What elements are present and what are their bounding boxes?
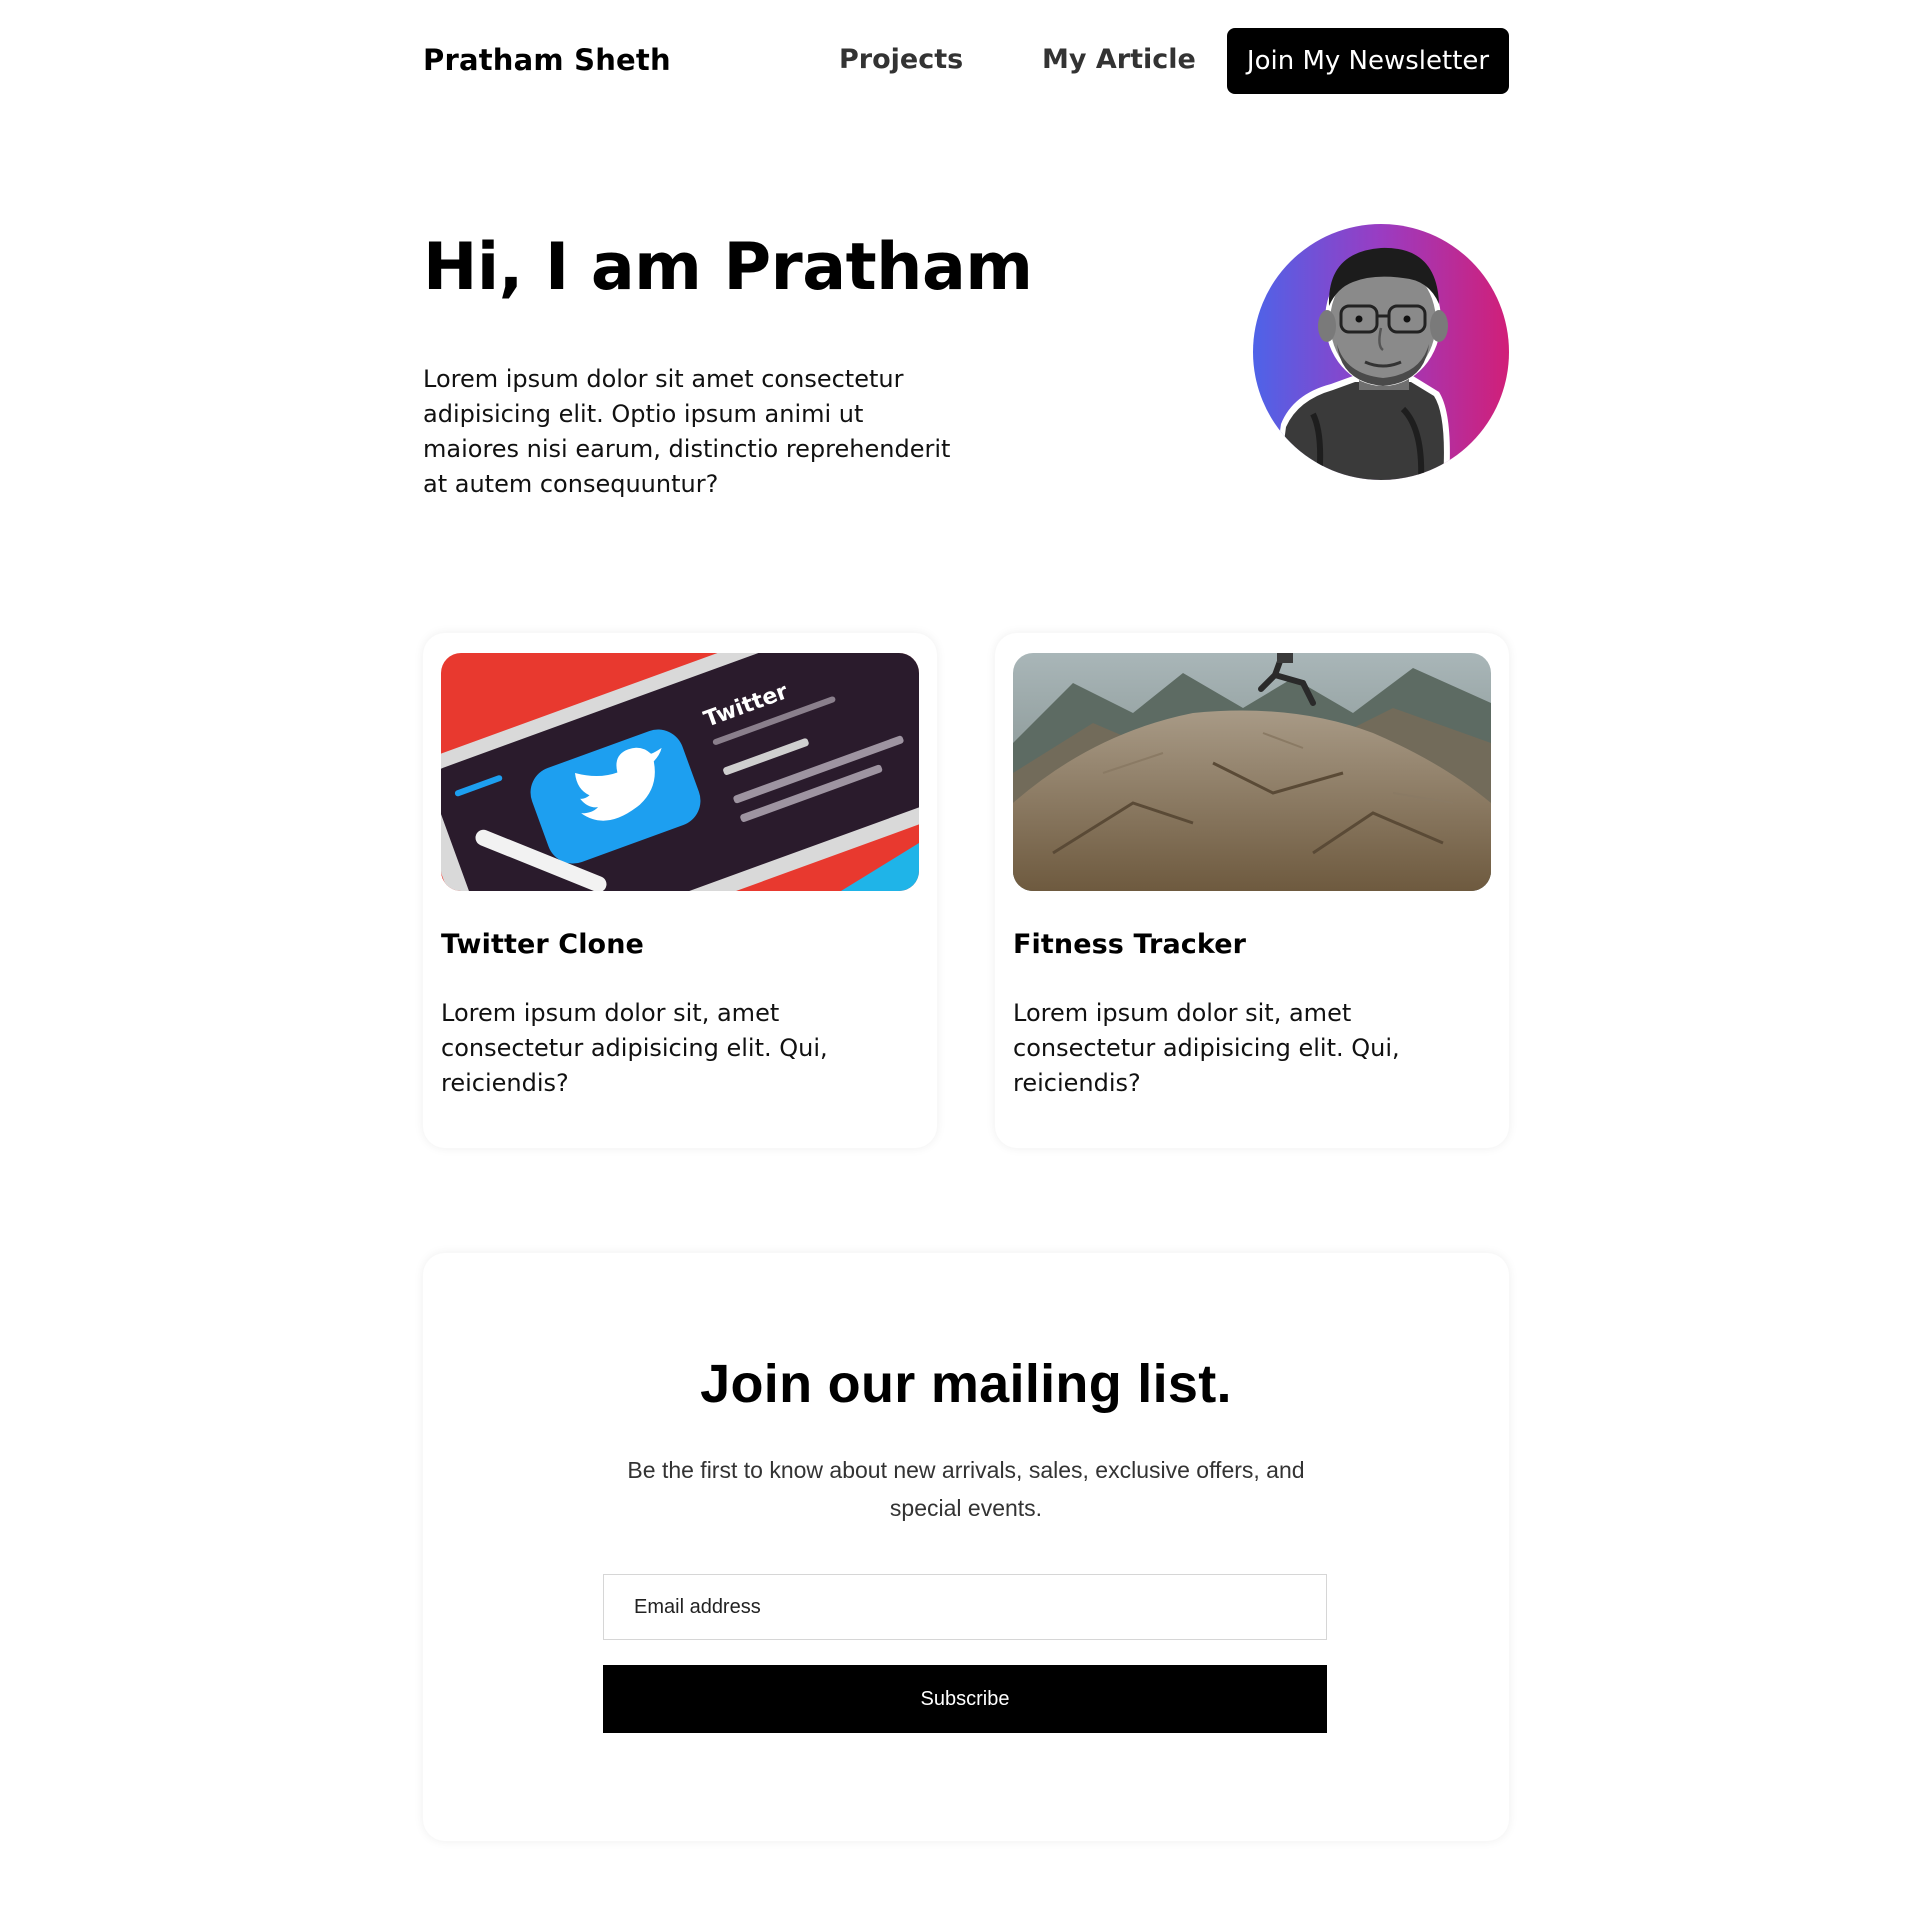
avatar	[1253, 224, 1509, 480]
twitter-app-image: Twitter	[441, 653, 919, 891]
project-card-twitter-clone[interactable]: Twitter Twitter Clone Lorem ipsum dolor …	[423, 633, 937, 1148]
hero-title: Hi, I am Pratham	[423, 230, 1033, 305]
nav-link-my-article[interactable]: My Article	[1042, 44, 1196, 75]
mailing-title: Join our mailing list.	[700, 1354, 1232, 1414]
mountain-runner-image	[1013, 653, 1491, 891]
mailing-description: Be the first to know about new arrivals,…	[627, 1457, 1305, 1521]
project-card-fitness-tracker[interactable]: Fitness Tracker Lorem ipsum dolor sit, a…	[995, 633, 1509, 1148]
nav-link-projects[interactable]: Projects	[839, 44, 963, 75]
hero-description: Lorem ipsum dolor sit amet consectetur a…	[423, 365, 951, 498]
avatar-portrait-image	[1273, 247, 1450, 480]
project-description: Lorem ipsum dolor sit, amet consectetur …	[441, 999, 828, 1097]
email-field[interactable]	[603, 1574, 1327, 1640]
join-newsletter-button[interactable]: Join My Newsletter	[1227, 28, 1509, 94]
site-header: Pratham Sheth Projects My Article Join M…	[423, 28, 1509, 94]
fitness-image	[1013, 653, 1491, 891]
project-title[interactable]: Fitness Tracker	[1013, 929, 1246, 960]
mailing-list-section: Join our mailing list. Be the first to k…	[423, 1253, 1509, 1841]
project-title[interactable]: Twitter Clone	[441, 929, 644, 960]
subscribe-button[interactable]: Subscribe	[603, 1665, 1327, 1733]
brand-name[interactable]: Pratham Sheth	[423, 43, 671, 77]
project-description: Lorem ipsum dolor sit, amet consectetur …	[1013, 999, 1400, 1097]
twitter-phone-image: Twitter	[441, 653, 919, 891]
